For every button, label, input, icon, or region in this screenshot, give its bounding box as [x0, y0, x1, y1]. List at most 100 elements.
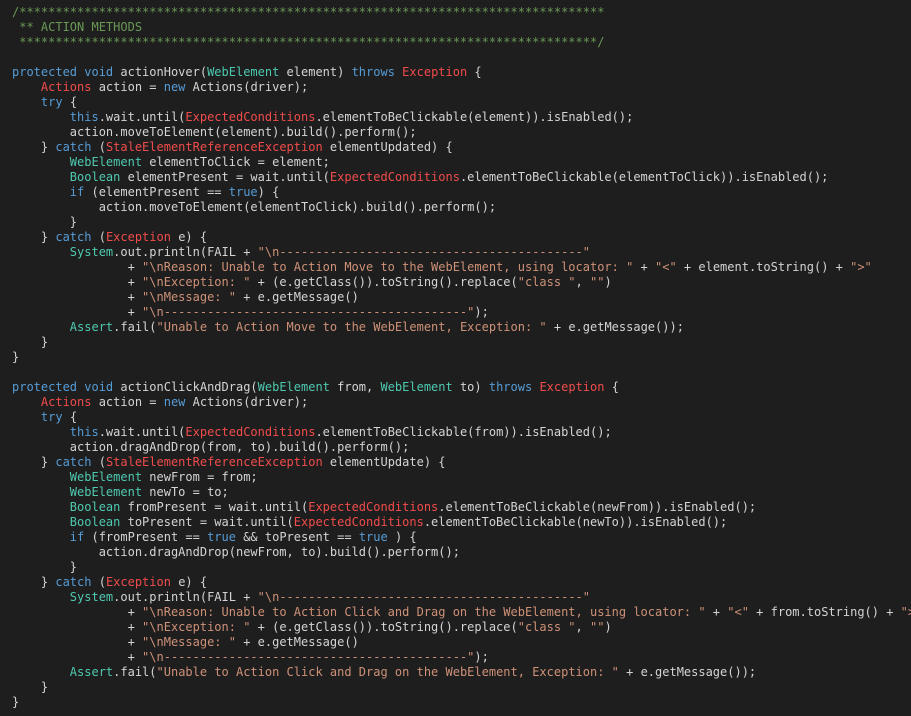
- code-token: ) {: [387, 530, 417, 544]
- code-token: System: [69, 245, 114, 259]
- code-line: Actions action = new Actions(driver);: [12, 80, 911, 95]
- code-token: +: [12, 275, 143, 289]
- code-line: protected void actionClickAndDrag(WebEle…: [12, 380, 911, 395]
- code-token: "": [589, 620, 605, 634]
- code-token: + e.getMessage(): [235, 635, 359, 649]
- code-token: try: [40, 95, 63, 109]
- code-token: action =: [91, 395, 164, 409]
- code-token: "\n-------------------------------------…: [142, 305, 475, 319]
- code-token: throws: [351, 65, 395, 79]
- code-token: newFrom = from;: [142, 470, 258, 484]
- code-token: "\nMessage: ": [142, 290, 236, 304]
- code-token: }: [12, 680, 49, 694]
- code-token: {: [62, 410, 78, 424]
- code-token: .wait.until(: [98, 110, 186, 124]
- code-token: WebElement: [207, 65, 280, 79]
- code-token: +: [12, 635, 143, 649]
- code-line: Actions action = new Actions(driver);: [12, 395, 911, 410]
- code-token: }: [12, 350, 20, 364]
- code-line: WebElement newTo = to;: [12, 485, 911, 500]
- code-token: catch: [55, 575, 92, 589]
- code-line: }: [12, 215, 911, 230]
- code-token: + element.toString() +: [676, 260, 851, 274]
- code-token: "\n-------------------------------------…: [142, 650, 475, 664]
- code-token: elementPresent = wait.until(: [120, 170, 330, 184]
- code-token: && toPresent ==: [235, 530, 359, 544]
- code-token: element): [279, 65, 352, 79]
- code-token: Exception: [539, 380, 605, 394]
- code-line: protected void actionHover(WebElement el…: [12, 65, 911, 80]
- code-token: .elementToBeClickable(newFrom)).isEnable…: [438, 500, 757, 514]
- code-token: throws: [488, 380, 533, 394]
- code-token: if: [69, 530, 85, 544]
- code-line: }: [12, 680, 911, 695]
- code-token: ** ACTION METHODS: [12, 20, 143, 34]
- code-line: action.moveToElement(element).build().pe…: [12, 125, 911, 140]
- code-token: }: [12, 575, 56, 589]
- code-token: actionHover(: [120, 65, 208, 79]
- code-token: Actions(driver);: [185, 80, 309, 94]
- code-line: Boolean fromPresent = wait.until(Expecte…: [12, 500, 911, 515]
- code-token: action =: [91, 80, 164, 94]
- code-line: }: [12, 350, 911, 365]
- code-token: StaleElementReferenceException: [105, 140, 323, 154]
- code-token: e) {: [170, 575, 208, 589]
- code-token: protected void: [12, 65, 121, 79]
- code-token: .elementToBeClickable(newTo)).isEnabled(…: [423, 515, 728, 529]
- code-token: }: [12, 335, 49, 349]
- code-token: ,: [575, 275, 590, 289]
- code-token: ExpectedConditions: [329, 170, 460, 184]
- code-token: "\nReason: Unable to Action Click and Dr…: [142, 605, 706, 619]
- code-token: WebElement: [69, 155, 143, 169]
- code-token: true: [358, 530, 388, 544]
- code-token: {: [62, 95, 78, 109]
- code-token: "\n-------------------------------------…: [257, 245, 590, 259]
- code-line: this.wait.until(ExpectedConditions.eleme…: [12, 110, 911, 125]
- code-line: + "\nMessage: " + e.getMessage(): [12, 290, 911, 305]
- code-line: } catch (Exception e) {: [12, 575, 911, 590]
- code-token: to): [452, 380, 489, 394]
- code-token: }: [12, 560, 78, 574]
- code-token: elementToClick = element;: [142, 155, 330, 169]
- code-line: Boolean toPresent = wait.until(ExpectedC…: [12, 515, 911, 530]
- code-token: }: [12, 215, 78, 229]
- code-token: action.moveToElement(element).build().pe…: [12, 125, 417, 139]
- code-token: +: [12, 305, 143, 319]
- code-token: +: [12, 650, 143, 664]
- code-token: Actions: [40, 395, 92, 409]
- code-token: Exception: [105, 230, 171, 244]
- code-token: this: [69, 425, 99, 439]
- code-token: true: [228, 185, 258, 199]
- code-editor[interactable]: /***************************************…: [0, 0, 911, 716]
- code-token: .elementToBeClickable(elementToClick)).i…: [459, 170, 829, 184]
- code-line: } catch (StaleElementReferenceException …: [12, 455, 911, 470]
- code-line: action.dragAndDrop(from, to).build().per…: [12, 440, 911, 455]
- code-token: .fail(: [113, 320, 157, 334]
- code-token: .wait.until(: [98, 425, 186, 439]
- code-line: this.wait.until(ExpectedConditions.eleme…: [12, 425, 911, 440]
- code-token: ExpectedConditions: [293, 515, 424, 529]
- code-token: }: [12, 695, 20, 709]
- code-token: e) {: [170, 230, 208, 244]
- code-line: try {: [12, 95, 911, 110]
- code-token: .fail(: [113, 665, 157, 679]
- code-token: StaleElementReferenceException: [105, 455, 323, 469]
- code-line: + "\nMessage: " + e.getMessage(): [12, 635, 911, 650]
- code-line: } catch (Exception e) {: [12, 230, 911, 245]
- code-token: +: [12, 605, 143, 619]
- code-line: }: [12, 335, 911, 350]
- code-token: (: [91, 575, 106, 589]
- code-token: "Unable to Action Click and Drag on the …: [156, 665, 619, 679]
- code-line: ****************************************…: [12, 35, 911, 50]
- code-token: ExpectedConditions: [185, 425, 316, 439]
